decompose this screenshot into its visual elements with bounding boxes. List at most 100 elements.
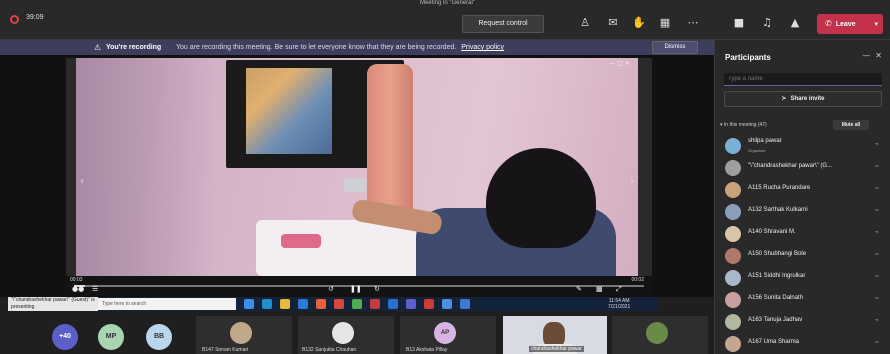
presenter-label: "\"chandrashekhar pawar\" (Guest)" is pr…: [8, 297, 98, 311]
avatar: [725, 226, 741, 242]
window-controls-icon[interactable]: — □ ✕: [609, 60, 630, 67]
mic-off-icon[interactable]: ⌁: [875, 294, 879, 302]
media-player-icon[interactable]: [442, 299, 452, 309]
chat-icon[interactable]: ✉: [604, 14, 622, 32]
banner-title: You're recording: [106, 44, 162, 51]
participant-name: A140 Shravani M.: [748, 229, 796, 235]
firefox-icon[interactable]: [316, 299, 326, 309]
participant-row[interactable]: A156 Sunita Dalnath ⌁: [725, 290, 885, 310]
content-stage: ‹ › — □ ✕ 00:03 00:02 ●● ☰ ↺ ❚❚ ↻ ✎ ▩ ⤢: [0, 55, 714, 297]
edit-icon[interactable]: ✎: [576, 285, 582, 293]
avatar: [725, 292, 741, 308]
acrobat-icon[interactable]: [424, 299, 434, 309]
tile-name: B13 Akshata Pillay: [406, 347, 448, 353]
privacy-policy-link[interactable]: Privacy policy: [461, 44, 504, 51]
shared-screen: ‹ › — □ ✕ 00:03 00:02 ●● ☰ ↺ ❚❚ ↻ ✎ ▩ ⤢: [66, 58, 652, 295]
participant-row[interactable]: A150 Shubhangi Bole ⌁: [725, 246, 885, 266]
in-meeting-section-header[interactable]: ▾ In this meeting (47): [720, 122, 767, 128]
cast-icon[interactable]: ▩: [596, 285, 603, 293]
edge-icon[interactable]: [262, 299, 272, 309]
participant-tile[interactable]: AP B13 Akshata Pillay: [400, 316, 496, 354]
mic-off-icon[interactable]: ⌁: [875, 140, 879, 148]
mic-off-icon[interactable]: ⌁: [875, 316, 879, 324]
camera-icon[interactable]: ■: [730, 14, 748, 32]
mic-off-icon[interactable]: ⌁: [875, 162, 879, 170]
folder-icon[interactable]: [280, 299, 290, 309]
tile-name: B147 Sonam Kumari: [202, 347, 249, 353]
mic-off-icon[interactable]: ⌁: [875, 338, 879, 346]
presenter-taskbar: "\"chandrashekhar pawar\" (Guest)" is pr…: [8, 297, 658, 311]
share-invite-button[interactable]: ≻ Share invite: [724, 91, 882, 107]
office-icon[interactable]: [334, 299, 344, 309]
dismiss-button[interactable]: Dismiss: [652, 41, 698, 54]
task-view-icon[interactable]: [244, 299, 254, 309]
participant-tile[interactable]: B132 Sanjukta Chauhan: [298, 316, 394, 354]
participant-row[interactable]: A132 Sarthak Kulkarni ⌁: [725, 202, 885, 222]
participant-search-input[interactable]: [724, 73, 882, 86]
pause-icon[interactable]: ❚❚: [350, 285, 362, 293]
participant-name: A151 Siddhi Ingrulkar: [748, 273, 806, 279]
minimize-icon[interactable]: —: [862, 51, 870, 60]
mic-off-icon[interactable]: ⌁: [875, 272, 879, 280]
avatar: [646, 322, 668, 344]
playlist-icon[interactable]: ☰: [92, 285, 98, 293]
teams-icon[interactable]: [406, 299, 416, 309]
banner-message-text: You are recording this meeting. Be sure …: [176, 44, 457, 51]
video-player-bar: 00:03 00:02 ●● ☰ ↺ ❚❚ ↻ ✎ ▩ ⤢: [66, 276, 652, 295]
participant-chip-bb[interactable]: BB: [146, 324, 172, 350]
avatar: AP: [434, 322, 456, 344]
close-icon[interactable]: ✕: [875, 51, 882, 60]
mic-off-icon[interactable]: ⌁: [875, 228, 879, 236]
participant-tile[interactable]: [612, 316, 708, 354]
mic-off-icon[interactable]: ⌁: [875, 184, 879, 192]
mute-all-button[interactable]: Mute all: [833, 120, 869, 130]
participant-name: A150 Shubhangi Bole: [748, 251, 807, 257]
participant-name: A156 Sunita Dalnath: [748, 295, 804, 301]
reactions-icon[interactable]: ✋: [630, 14, 648, 32]
participant-row[interactable]: A140 Shravani M. ⌁: [725, 224, 885, 244]
mic-off-icon[interactable]: ♫: [758, 14, 776, 32]
taskbar-search[interactable]: Type here to search: [98, 298, 236, 310]
photos-icon[interactable]: [460, 299, 470, 309]
presenter-camera-tile[interactable]: chandrashekhar pawar: [503, 316, 607, 354]
avatar: [725, 336, 741, 352]
chevron-down-icon[interactable]: ▾: [874, 14, 878, 34]
participant-tile[interactable]: B147 Sonam Kumari: [196, 316, 292, 354]
share-tray-icon[interactable]: ▲: [786, 14, 804, 32]
tile-name: B132 Sanjukta Chauhan: [302, 347, 357, 353]
participant-row[interactable]: "\"chandrashekhar pawar\" (G... ⌁: [725, 158, 885, 178]
tap: [344, 178, 366, 192]
request-control-button[interactable]: Request control: [462, 15, 544, 33]
participant-name: A115 Rucha Purandare: [748, 185, 811, 191]
recording-indicator-icon: [10, 15, 19, 24]
audio-icon[interactable]: ●●: [72, 285, 84, 293]
mirror-reflection: [246, 68, 332, 154]
participant-chip-mp[interactable]: MP: [98, 324, 124, 350]
mic-off-icon[interactable]: ⌁: [875, 206, 879, 214]
participant-row[interactable]: A151 Siddhi Ingrulkar ⌁: [725, 268, 885, 288]
fullscreen-icon[interactable]: ⤢: [616, 285, 622, 294]
participants-icon[interactable]: ♙: [576, 14, 594, 32]
participant-row[interactable]: A167 Uma Sharma ⌁: [725, 334, 885, 354]
wall-shade: [76, 58, 216, 276]
forward-icon[interactable]: ↻: [374, 285, 380, 293]
previous-icon[interactable]: ‹: [80, 176, 84, 187]
leave-button[interactable]: ✆ Leave ▾: [817, 14, 883, 34]
overflow-participants-chip[interactable]: +40: [52, 324, 78, 350]
store-icon[interactable]: [298, 299, 308, 309]
rewind-icon[interactable]: ↺: [328, 285, 334, 293]
word-icon[interactable]: [388, 299, 398, 309]
powerpoint-icon[interactable]: [370, 299, 380, 309]
share-invite-label: Share invite: [790, 96, 825, 102]
avatar: [725, 138, 741, 154]
window-title: Meeting in "General": [420, 0, 475, 6]
rooms-icon[interactable]: ▦: [656, 14, 674, 32]
phone-icon: ✆: [825, 19, 832, 28]
mic-off-icon[interactable]: ⌁: [875, 250, 879, 258]
more-actions-icon[interactable]: ⋯: [684, 14, 702, 32]
participant-row[interactable]: shilpa pawar Organizer ⌁: [725, 136, 885, 156]
next-icon[interactable]: ›: [630, 176, 634, 187]
participant-row[interactable]: A115 Rucha Purandare ⌁: [725, 180, 885, 200]
chrome-icon[interactable]: [352, 299, 362, 309]
participant-row[interactable]: A163 Tanuja Jadhav ⌁: [725, 312, 885, 332]
